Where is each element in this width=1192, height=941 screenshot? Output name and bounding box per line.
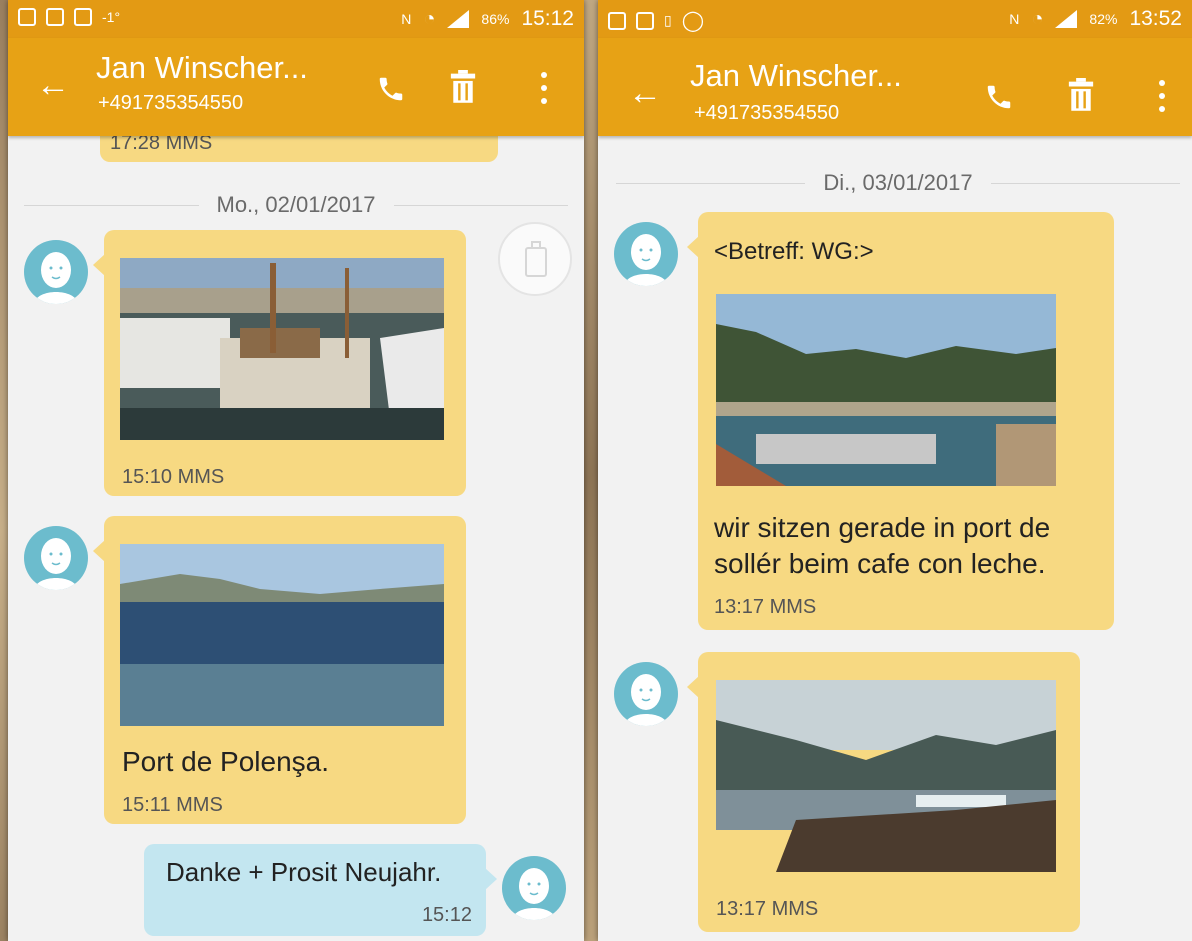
clock: 13:52 xyxy=(1129,7,1182,30)
message-bubble[interactable]: 13:17 MMS xyxy=(687,652,1080,932)
gallery-notification-icon xyxy=(74,8,92,26)
trash-icon[interactable] xyxy=(1066,78,1096,112)
battery-level: 82% xyxy=(1089,11,1118,27)
alarm-icon: ◔ xyxy=(423,7,436,30)
notification-icon xyxy=(608,11,626,30)
signal-icon xyxy=(447,10,470,28)
gallery-notification-icon xyxy=(636,11,654,30)
compose-icon xyxy=(525,241,547,277)
message-meta: 13:17 MMS xyxy=(716,898,819,920)
message-meta: 15:10 MMS xyxy=(122,466,225,488)
phone-icon[interactable] xyxy=(984,82,1014,112)
message-bubble[interactable]: Port de Polenşa. 15:11 MMS xyxy=(93,516,466,824)
message-bubble[interactable]: 15:10 MMS xyxy=(93,230,466,496)
message-subject: <Betreff: WG:> xyxy=(714,238,874,265)
battery-level: 86% xyxy=(481,11,510,27)
conversation-header: ← Jan Winscher... +491735354550 xyxy=(8,38,584,136)
message-text: Danke + Prosit Neujahr. xyxy=(166,857,442,887)
conversation-header: ← Jan Winscher... +491735354550 xyxy=(598,38,1192,136)
message-bubble[interactable]: <Betreff: WG:> wir sitzen gerade in port… xyxy=(687,212,1114,630)
contact-avatar-icon[interactable] xyxy=(614,662,678,726)
clock: 15:12 xyxy=(521,7,574,30)
vibrate-icon: ▯ xyxy=(664,12,672,28)
contact-avatar-icon[interactable] xyxy=(24,526,88,590)
right-phone-screen: ▯ ◯ N ◔ 82% 13:52 ← Jan Winscher... +491… xyxy=(598,0,1192,941)
nfc-icon: N xyxy=(1009,11,1020,27)
message-text-line2: sollér beim cafe con leche. xyxy=(714,548,1046,579)
notification-icon xyxy=(46,8,64,26)
message-meta: 13:17 MMS xyxy=(714,596,817,618)
signal-icon xyxy=(1055,10,1078,28)
date-label: Mo., 02/01/2017 xyxy=(216,192,376,217)
back-arrow-icon[interactable]: ← xyxy=(628,74,662,113)
mms-photo-boats[interactable] xyxy=(120,258,444,440)
mms-photo-harbor[interactable] xyxy=(716,294,1056,486)
message-bubble-sent[interactable]: Danke + Prosit Neujahr. 15:12 xyxy=(144,844,497,936)
more-vert-icon[interactable] xyxy=(540,72,548,104)
status-bar: -1° N ◔ 86% 15:12 xyxy=(8,0,584,38)
contact-name[interactable]: Jan Winscher... xyxy=(96,50,308,86)
back-arrow-icon[interactable]: ← xyxy=(36,66,70,105)
message-text: Port de Polenşa. xyxy=(122,746,330,777)
mms-photo-bay[interactable] xyxy=(120,544,444,726)
date-label: Di., 03/01/2017 xyxy=(823,170,973,195)
compose-button[interactable] xyxy=(498,222,572,296)
alarm-icon: ◔ xyxy=(1031,7,1044,30)
contact-avatar-icon[interactable] xyxy=(614,222,678,286)
date-separator: Di., 03/01/2017 xyxy=(616,170,1181,196)
phone-icon[interactable] xyxy=(376,74,406,104)
trash-icon[interactable] xyxy=(448,70,478,104)
temperature-text: -1° xyxy=(102,9,121,25)
contact-avatar-icon[interactable] xyxy=(24,240,88,304)
message-text-line1: wir sitzen gerade in port de xyxy=(714,512,1051,543)
date-separator: Mo., 02/01/2017 xyxy=(24,192,569,218)
message-meta: 15:11 MMS xyxy=(122,794,223,816)
whatsapp-icon: ◯ xyxy=(681,10,705,32)
contact-number: +491735354550 xyxy=(98,92,244,114)
notification-icon xyxy=(18,8,36,26)
own-avatar-icon[interactable] xyxy=(502,856,566,920)
mms-photo-mountains[interactable] xyxy=(716,680,1056,872)
contact-name[interactable]: Jan Winscher... xyxy=(690,58,902,94)
contact-number: +491735354550 xyxy=(694,102,840,124)
more-vert-icon[interactable] xyxy=(1158,80,1166,112)
status-bar: ▯ ◯ N ◔ 82% 13:52 xyxy=(598,0,1192,38)
message-time: 15:12 xyxy=(421,904,472,926)
nfc-icon: N xyxy=(401,11,412,27)
left-phone-screen: -1° N ◔ 86% 15:12 ← Jan Winscher... +491… xyxy=(8,0,584,941)
